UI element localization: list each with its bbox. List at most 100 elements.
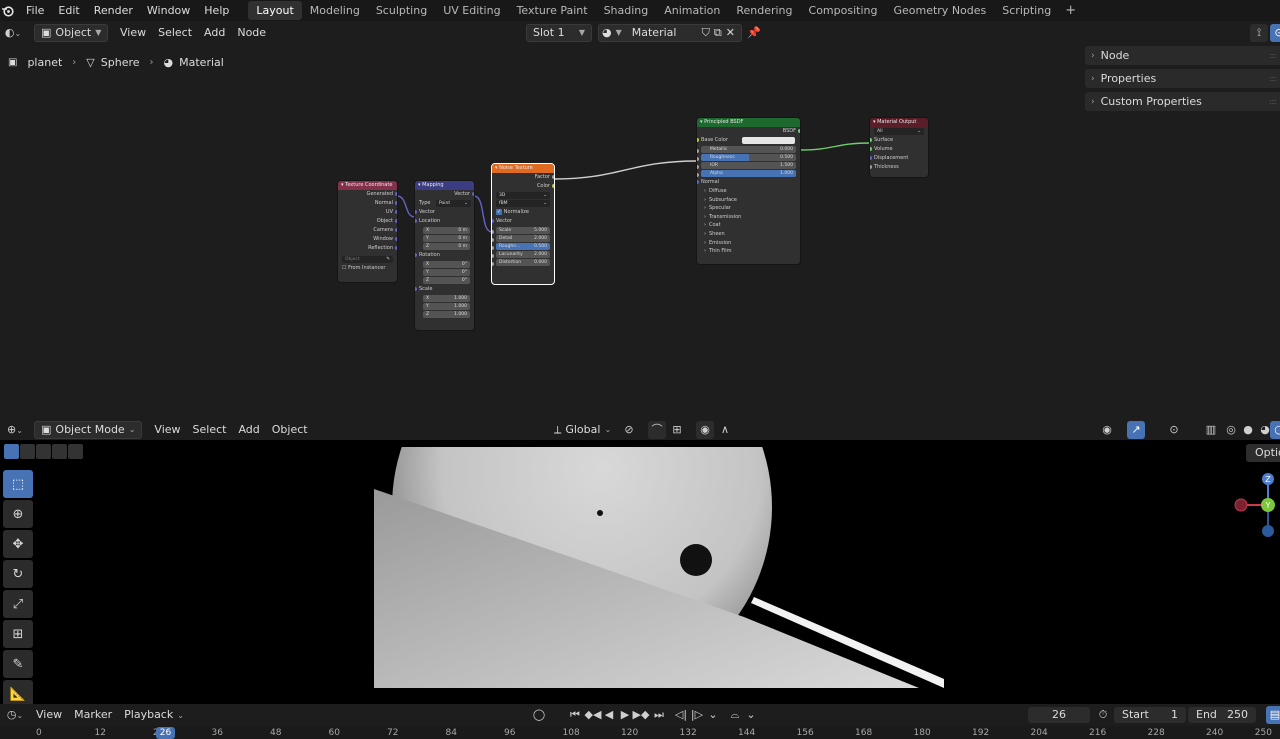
chevron-down-icon[interactable]: ⌄: [704, 706, 722, 724]
orientation-dropdown[interactable]: ⟂ Global ⌄: [548, 421, 617, 439]
socket-dot[interactable]: [415, 253, 417, 257]
socket-dot[interactable]: [415, 210, 417, 214]
loc-z-field[interactable]: Z 0 m: [423, 243, 470, 250]
transform-tool-icon[interactable]: ⊞: [3, 620, 33, 648]
noise-type-dropdown[interactable]: fBM ⌄: [496, 200, 550, 207]
noise-field-roughn[interactable]: Roughn... 0.500: [496, 243, 550, 250]
timeline-ruler[interactable]: 0122436486072849610812013214415616818019…: [0, 726, 1280, 739]
rot-y-field[interactable]: Y 0°: [423, 269, 470, 276]
solid-shading-icon[interactable]: ●: [1239, 421, 1257, 439]
navigation-gizmo[interactable]: Z Y: [1232, 470, 1280, 540]
bsdf-field-metallic[interactable]: Metallic 0.000: [701, 146, 796, 153]
socket-dot[interactable]: [395, 192, 397, 196]
from-instancer-checkbox[interactable]: ☐ From Instancer: [338, 264, 397, 273]
socket-dot[interactable]: [697, 173, 699, 177]
menu-view[interactable]: View: [30, 706, 68, 724]
snap-toggle-icon[interactable]: ⌒: [648, 421, 666, 439]
type-dropdown[interactable]: Point ⌄: [436, 200, 471, 207]
bsdf-panel-transmission[interactable]: › Transmission: [697, 213, 800, 222]
bsdf-panel-specular[interactable]: › Specular: [697, 204, 800, 213]
socket-dot[interactable]: [395, 228, 397, 232]
noise-field-distortion[interactable]: Distortion 0.000: [496, 259, 550, 266]
node-material-output[interactable]: ▾ Material Output All ⌄ Surface Volume Disp…: [869, 117, 929, 178]
options-button[interactable]: Options: [1246, 444, 1280, 462]
socket-dot[interactable]: [697, 149, 699, 153]
node-mapping[interactable]: ▾ Mapping Vector Type Point ⌄ Vector Locat…: [414, 180, 475, 331]
node-header[interactable]: ▾ Principled BSDF: [697, 118, 800, 127]
clock-icon[interactable]: ◷⌄: [6, 706, 24, 724]
xray-icon[interactable]: ▥: [1202, 421, 1220, 439]
bsdf-field-roughness[interactable]: Roughness 0.500: [701, 154, 796, 161]
jump-start-icon[interactable]: ⏮: [566, 706, 584, 724]
socket-dot[interactable]: [492, 254, 494, 258]
rotate-tool-icon[interactable]: ↻: [3, 560, 33, 588]
menu-playback[interactable]: Playback ⌄: [118, 706, 190, 724]
rendered-shading-icon[interactable]: ○: [1270, 421, 1280, 439]
socket-dot[interactable]: [492, 246, 494, 250]
loc-x-field[interactable]: X 0 m: [423, 227, 470, 234]
node-header[interactable]: ▾ Texture Coordinate: [338, 181, 397, 190]
socket-dot[interactable]: [870, 156, 872, 160]
socket-dot[interactable]: [697, 180, 699, 184]
socket-dot[interactable]: [697, 165, 699, 169]
current-frame-indicator[interactable]: 26: [156, 727, 175, 739]
socket-dot[interactable]: [395, 237, 397, 241]
socket-dot[interactable]: [870, 138, 872, 142]
overlay-icon[interactable]: ⊙: [1165, 421, 1183, 439]
next-keyframe-icon[interactable]: ▶◆: [632, 706, 650, 724]
rot-x-field[interactable]: X 0°: [423, 261, 470, 268]
socket-dot[interactable]: [492, 238, 494, 242]
wireframe-shading-icon[interactable]: ◎: [1222, 421, 1240, 439]
playhead-icon[interactable]: ▤: [1266, 706, 1280, 724]
neg-x-axis-icon[interactable]: [1234, 498, 1248, 512]
socket-dot[interactable]: [492, 262, 494, 266]
scale-tool-icon[interactable]: ⤢: [3, 590, 33, 618]
select-new-icon[interactable]: [4, 444, 19, 459]
base-color-swatch[interactable]: [742, 137, 795, 144]
socket-dot[interactable]: [492, 230, 494, 234]
neg-z-axis-icon[interactable]: [1262, 525, 1274, 537]
socket-dot[interactable]: [492, 219, 494, 223]
start-frame-field[interactable]: Start 1: [1114, 707, 1186, 723]
node-principled-bsdf[interactable]: ▾ Principled BSDF BSDF Base Color Metall…: [696, 117, 801, 265]
scl-x-field[interactable]: X 1.000: [423, 295, 470, 302]
menu-select[interactable]: Select: [187, 421, 233, 439]
bsdf-panel-sheen[interactable]: › Sheen: [697, 230, 800, 239]
select-intersect-icon[interactable]: [68, 444, 83, 459]
proportional-edit-icon[interactable]: ◉: [696, 421, 714, 439]
socket-dot[interactable]: [395, 210, 397, 214]
eyedropper-icon[interactable]: ✎: [386, 256, 390, 263]
editor-type-icon[interactable]: ⊕⌄: [6, 421, 24, 439]
socket-dot[interactable]: [415, 219, 417, 223]
auto-keying-icon[interactable]: ◯: [530, 706, 548, 724]
bsdf-panel-emission[interactable]: › Emission: [697, 239, 800, 248]
target-dropdown[interactable]: All ⌄: [874, 128, 924, 135]
checkbox-checked-icon[interactable]: ✓: [496, 209, 503, 215]
socket-dot[interactable]: [552, 184, 554, 188]
menu-add[interactable]: Add: [232, 421, 265, 439]
node-header[interactable]: ▾ Mapping: [415, 181, 474, 190]
checkbox-icon[interactable]: ☐: [342, 265, 346, 271]
scl-y-field[interactable]: Y 1.000: [423, 303, 470, 310]
visibility-icon[interactable]: ◉: [1098, 421, 1116, 439]
menu-marker[interactable]: Marker: [68, 706, 118, 724]
select-invert-icon[interactable]: [52, 444, 67, 459]
socket-dot[interactable]: [697, 138, 699, 142]
mode-dropdown[interactable]: ▣ Object Mode ⌄: [34, 421, 143, 439]
loc-y-field[interactable]: Y 0 m: [423, 235, 470, 242]
node-header[interactable]: ▾ Noise Texture: [492, 164, 554, 173]
noise-field-scale[interactable]: Scale 5.000: [496, 227, 550, 234]
socket-dot[interactable]: [870, 165, 872, 169]
socket-dot[interactable]: [697, 157, 699, 161]
noise-field-lacunarity[interactable]: Lacunarity 2.000: [496, 251, 550, 258]
bsdf-panel-subsurface[interactable]: › Subsurface: [697, 196, 800, 205]
object-field[interactable]: Object ✎: [342, 256, 393, 263]
snap-increment-icon[interactable]: ⊞: [668, 421, 686, 439]
socket-dot[interactable]: [415, 287, 417, 291]
stopwatch-icon[interactable]: ⏱: [1094, 706, 1112, 724]
falloff-icon[interactable]: ∧: [716, 421, 734, 439]
menu-object[interactable]: Object: [266, 421, 314, 439]
dimensions-dropdown[interactable]: 3D ⌄: [496, 192, 550, 199]
bsdf-panel-thin-film[interactable]: › Thin Film: [697, 247, 800, 256]
gizmo-icon[interactable]: ↗: [1127, 421, 1145, 439]
